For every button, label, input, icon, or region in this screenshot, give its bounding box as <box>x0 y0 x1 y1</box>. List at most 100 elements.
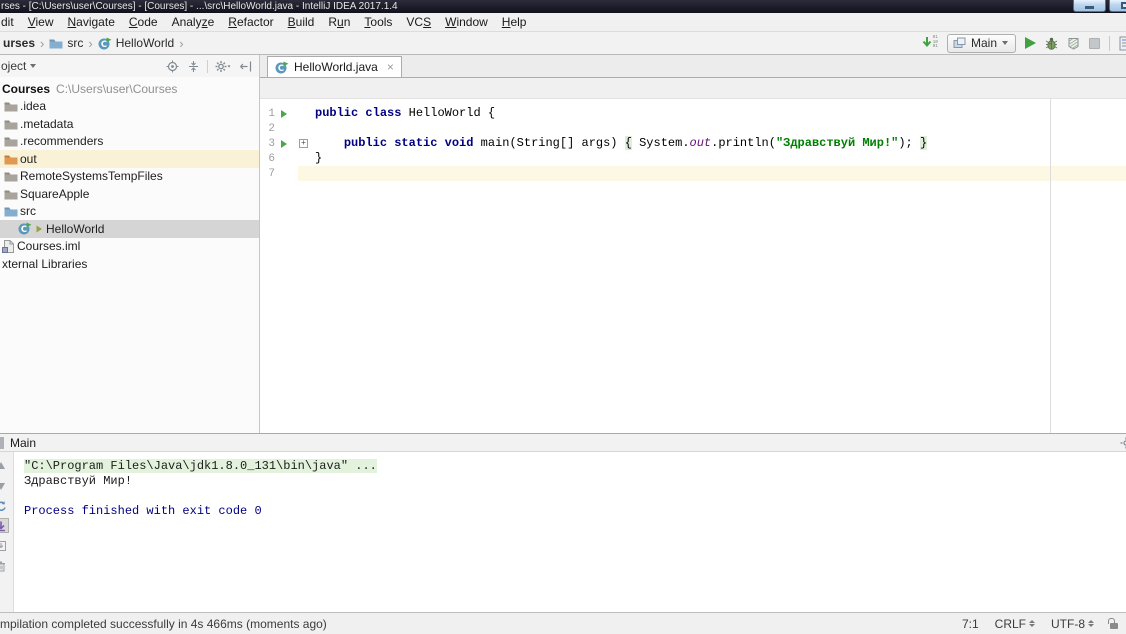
run-marker-icon <box>34 224 44 234</box>
tree-item-out[interactable]: out <box>0 150 259 168</box>
fold-column <box>298 166 312 181</box>
window-title: rses - [C:\Users\user\Courses] - [Course… <box>1 1 398 12</box>
gutter: 1 <box>260 106 298 121</box>
menu-item-code[interactable]: Code <box>122 14 165 30</box>
folder-icon <box>4 170 18 182</box>
minimize-button[interactable] <box>1073 0 1106 12</box>
run-gutter-icon[interactable] <box>281 140 287 148</box>
folder-icon <box>4 118 18 130</box>
line-ending-widget[interactable]: CRLF <box>995 617 1035 631</box>
updown-arrows-icon <box>1029 620 1035 628</box>
breadcrumb-item-urses[interactable]: urses <box>1 36 37 50</box>
tree-item-label: out <box>20 152 37 166</box>
close-icon[interactable]: × <box>387 60 394 74</box>
menu-item-vcs[interactable]: VCS <box>399 14 438 30</box>
run-gutter-icon[interactable] <box>281 110 287 118</box>
run-tab-label[interactable]: Main <box>10 436 36 450</box>
menu-item-window[interactable]: Window <box>438 14 495 30</box>
code-text: public static void main(String[] args) {… <box>312 136 927 151</box>
editor: C HelloWorld.java × 1 public class HelloW… <box>260 55 1126 433</box>
fold-toggle-icon[interactable]: + <box>299 139 308 148</box>
run-with-coverage-button[interactable] <box>1067 37 1080 50</box>
code-line[interactable]: 6} <box>260 151 1126 166</box>
menu-item-view[interactable]: View <box>21 14 61 30</box>
soft-wrap-icon[interactable] <box>0 519 8 532</box>
tree-item-recommenders[interactable]: .recommenders <box>0 133 259 151</box>
breadcrumb-item-src[interactable]: src <box>47 36 85 50</box>
clear-console-icon[interactable] <box>0 559 8 572</box>
intellij-window: rses - [C:\Users\user\Courses] - [Course… <box>0 0 1126 634</box>
menu-item-navigate[interactable]: Navigate <box>61 14 122 30</box>
folder-src-icon <box>4 205 18 217</box>
restart-icon[interactable] <box>0 499 8 512</box>
gear-icon[interactable] <box>211 60 235 73</box>
run-configuration-select[interactable]: Main <box>947 34 1016 53</box>
tree-item-courses-iml[interactable]: Courses.iml <box>0 238 259 256</box>
folder-icon <box>4 188 18 200</box>
svg-text:C: C <box>21 225 27 235</box>
settings-icon[interactable] <box>1120 437 1126 449</box>
menu-item-run[interactable]: Run <box>321 14 357 30</box>
tree-item-src[interactable]: src <box>0 203 259 221</box>
code-line[interactable]: 3+ public static void main(String[] args… <box>260 136 1126 151</box>
event-list-icon[interactable] <box>1119 36 1126 51</box>
up-stack-icon[interactable] <box>0 459 8 472</box>
code-line[interactable]: 7 <box>260 166 1126 181</box>
tab-label: HelloWorld.java <box>294 60 378 74</box>
line-number: 6 <box>260 152 275 167</box>
code-text: } <box>312 151 322 166</box>
status-bar: mpilation completed successfully in 4s 4… <box>0 612 1126 634</box>
app-config-icon <box>953 37 966 49</box>
fold-column: + <box>298 136 312 151</box>
console-output[interactable]: "C:\Program Files\Java\jdk1.8.0_131\bin\… <box>14 452 1126 612</box>
tree-item-squareapple[interactable]: SquareApple <box>0 185 259 203</box>
tree-item-idea[interactable]: .idea <box>0 98 259 116</box>
class-icon: C <box>98 37 112 50</box>
down-stack-icon[interactable] <box>0 479 8 492</box>
console-body: "C:\Program Files\Java\jdk1.8.0_131\bin\… <box>0 452 1126 612</box>
chevron-right-icon: › <box>176 36 186 51</box>
update-project-icon[interactable]: 01 10 01 <box>922 36 938 50</box>
folder-icon <box>4 135 18 147</box>
code-line[interactable]: 1 public class HelloWorld { <box>260 106 1126 121</box>
chevron-down-icon[interactable] <box>26 64 40 68</box>
fold-column <box>298 151 312 166</box>
locate-icon[interactable] <box>162 60 183 73</box>
tree-item-metadata[interactable]: .metadata <box>0 115 259 133</box>
tree-item-xternal-libraries[interactable]: xternal Libraries <box>0 255 259 273</box>
readonly-lock-icon[interactable] <box>1110 623 1118 629</box>
menu-item-help[interactable]: Help <box>495 14 534 30</box>
file-icon <box>2 240 15 253</box>
maximize-button[interactable] <box>1109 0 1126 12</box>
encoding-widget[interactable]: UTF-8 <box>1051 617 1094 631</box>
code-line[interactable]: 2 <box>260 121 1126 136</box>
menu-item-tools[interactable]: Tools <box>357 14 399 30</box>
menu-item-dit[interactable]: dit <box>0 14 21 30</box>
run-panel: Main "C:\Program Files\Java\jdk1.8.0_131… <box>0 433 1126 612</box>
scroll-end-icon[interactable] <box>0 539 8 552</box>
gutter: 3 <box>260 136 298 151</box>
editor-tab-bar: C HelloWorld.java × <box>260 55 1126 78</box>
tree-item-helloworld[interactable]: CHelloWorld <box>0 220 259 238</box>
tab-helloworld-java[interactable]: C HelloWorld.java × <box>267 56 402 78</box>
menu-item-refactor[interactable]: Refactor <box>221 14 280 30</box>
tree-item-courses[interactable]: CoursesC:\Users\user\Courses <box>0 80 259 98</box>
breadcrumb-item-helloworld[interactable]: CHelloWorld <box>96 36 176 50</box>
stop-button[interactable] <box>1089 38 1100 49</box>
fold-column <box>298 106 312 121</box>
code-area[interactable]: 1 public class HelloWorld {23+ public sta… <box>260 99 1126 433</box>
debug-button[interactable] <box>1045 37 1058 50</box>
code-text: public class HelloWorld { <box>312 106 495 121</box>
tree-item-remotesystemstempfiles[interactable]: RemoteSystemsTempFiles <box>0 168 259 186</box>
gutter: 7 <box>260 166 298 181</box>
chevron-down-icon <box>1002 41 1008 45</box>
hide-panel-icon[interactable] <box>235 60 256 73</box>
run-button[interactable] <box>1025 37 1036 49</box>
caret-position-widget[interactable]: 7:1 <box>962 617 979 631</box>
collapse-all-icon[interactable] <box>183 60 204 73</box>
title-bar: rses - [C:\Users\user\Courses] - [Course… <box>0 0 1126 13</box>
menu-item-build[interactable]: Build <box>281 14 322 30</box>
caret-line-highlight <box>298 166 1126 181</box>
tree-item-label: .idea <box>20 99 46 113</box>
menu-item-analyze[interactable]: Analyze <box>165 14 222 30</box>
